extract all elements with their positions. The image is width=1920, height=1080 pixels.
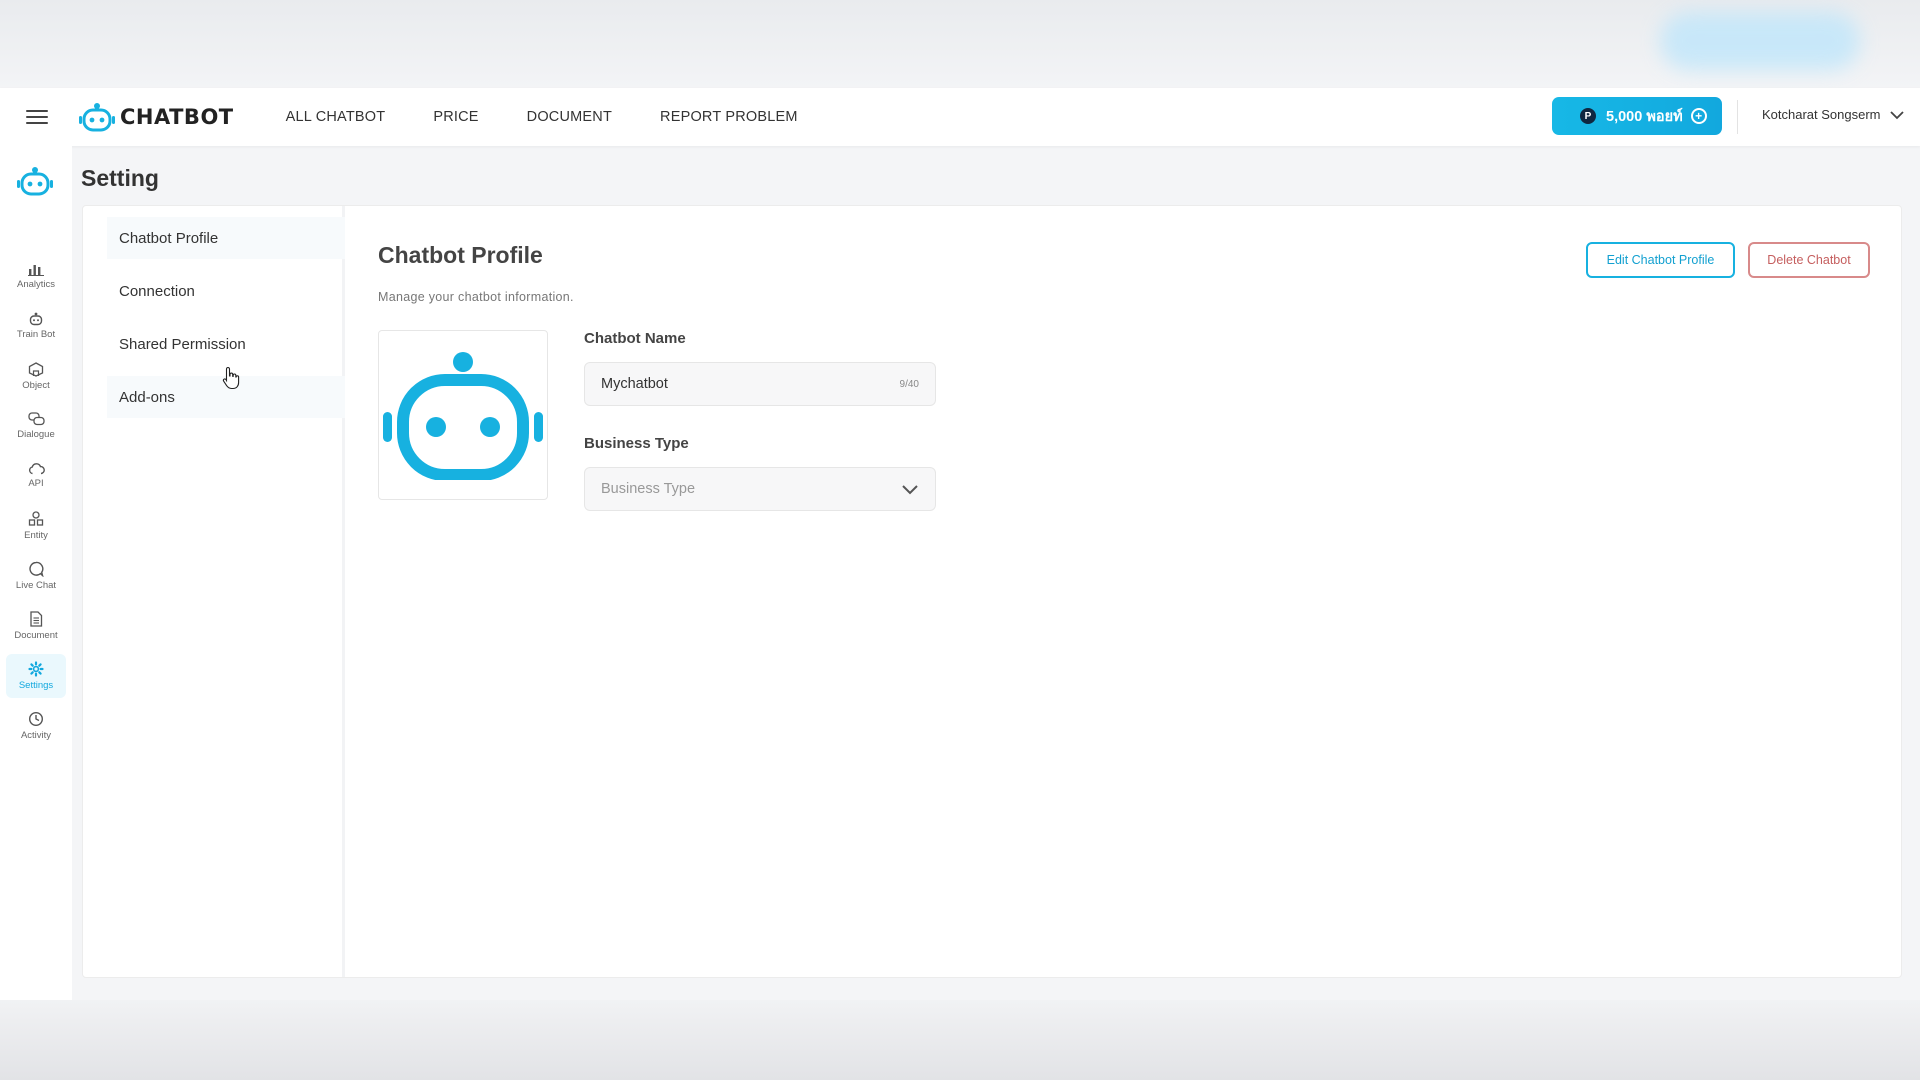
rail-label: Settings: [18, 680, 54, 691]
top-blurred-area: [0, 0, 1920, 88]
settings-panel: Chatbot Profile Connection Shared Permis…: [82, 205, 1902, 978]
bottom-blurred-area: [0, 1000, 1920, 1080]
rail-label: Dialogue: [17, 429, 55, 440]
chatbot-name-value: Mychatbot: [601, 376, 668, 392]
rail-item-settings[interactable]: Settings: [6, 654, 66, 698]
gear-icon: [28, 661, 44, 677]
document-icon: [30, 611, 43, 627]
rail-item-api[interactable]: API: [6, 454, 66, 498]
nav-document[interactable]: DOCUMENT: [527, 109, 612, 125]
bar-chart-icon: [28, 265, 44, 276]
rail-label: API: [28, 478, 44, 489]
page-title: Setting: [81, 165, 159, 191]
chevron-down-icon: [1889, 110, 1904, 119]
main-nav: ALL CHATBOT PRICE DOCUMENT REPORT PROBLE…: [286, 109, 846, 125]
rail-item-dialogue[interactable]: Dialogue: [6, 404, 66, 448]
left-rail: Analytics Train Bot Object Dialogue API …: [0, 146, 72, 1000]
settings-sub-nav: Chatbot Profile Connection Shared Permis…: [83, 206, 345, 977]
sub-nav-chatbot-profile[interactable]: Chatbot Profile: [107, 217, 345, 259]
rail-item-document[interactable]: Document: [6, 604, 66, 648]
chat-bubbles-icon: [27, 412, 45, 426]
business-type-label: Business Type: [584, 435, 689, 452]
user-name: Kotcharat Songserm: [1762, 107, 1881, 122]
chatbot-name-label: Chatbot Name: [584, 330, 686, 347]
nav-all-chatbot[interactable]: ALL CHATBOT: [286, 109, 386, 125]
section-title: Chatbot Profile: [378, 242, 543, 268]
header-divider: [1737, 100, 1738, 134]
business-type-placeholder: Business Type: [601, 481, 696, 497]
sub-nav-connection[interactable]: Connection: [107, 270, 345, 312]
cube-icon: [28, 361, 44, 377]
robot-icon: [29, 312, 43, 326]
rail-label: Train Bot: [16, 329, 56, 340]
clock-icon: [28, 711, 44, 727]
rail-label: Document: [14, 630, 58, 641]
rail-item-live-chat[interactable]: Live Chat: [6, 554, 66, 598]
chatbot-name-input[interactable]: Mychatbot 9/40: [584, 362, 936, 406]
robot-logo-icon: [79, 103, 115, 132]
rail-logo[interactable]: [16, 166, 54, 201]
cloud-icon: [28, 463, 45, 475]
delete-chatbot-button[interactable]: Delete Chatbot: [1748, 242, 1870, 278]
logo-text: CHATBOT: [120, 105, 234, 129]
hamburger-menu-icon[interactable]: [26, 106, 48, 128]
points-button[interactable]: P 5,000 พอยท์ +: [1552, 97, 1722, 135]
hand-cursor-icon: [222, 366, 240, 390]
robot-logo-icon: [17, 167, 53, 196]
chat-bubble-icon: [29, 561, 44, 577]
rail-label: Analytics: [16, 279, 55, 290]
section-subtitle: Manage your chatbot information.: [378, 290, 574, 304]
edit-chatbot-profile-button[interactable]: Edit Chatbot Profile: [1586, 242, 1735, 278]
rail-label: Object: [22, 379, 50, 391]
character-counter: 9/40: [899, 378, 919, 390]
nav-price[interactable]: PRICE: [433, 109, 478, 125]
rail-item-analytics[interactable]: Analytics: [6, 254, 66, 298]
points-label: 5,000 พอยท์: [1606, 108, 1683, 125]
app-logo[interactable]: CHATBOT: [78, 102, 234, 132]
rail-item-object[interactable]: Object: [6, 354, 66, 398]
chatbot-avatar[interactable]: [378, 330, 548, 500]
shapes-icon: [28, 511, 44, 526]
rail-label: Entity: [24, 530, 48, 541]
add-points-icon: +: [1690, 108, 1707, 124]
chevron-down-icon: [902, 484, 918, 494]
business-type-select[interactable]: Business Type: [584, 467, 936, 511]
top-header: CHATBOT ALL CHATBOT PRICE DOCUMENT REPOR…: [0, 88, 1920, 146]
user-menu[interactable]: Kotcharat Songserm: [1762, 107, 1905, 122]
rail-item-train-bot[interactable]: Train Bot: [6, 304, 66, 348]
robot-avatar-icon: [383, 352, 543, 480]
points-icon: P: [1580, 108, 1596, 124]
sub-nav-shared-permission[interactable]: Shared Permission: [107, 323, 345, 365]
rail-label: Activity: [20, 730, 52, 741]
nav-report-problem[interactable]: REPORT PROBLEM: [660, 109, 798, 125]
rail-item-activity[interactable]: Activity: [6, 704, 66, 748]
rail-label: Live Chat: [15, 580, 57, 591]
rail-item-entity[interactable]: Entity: [6, 504, 66, 548]
